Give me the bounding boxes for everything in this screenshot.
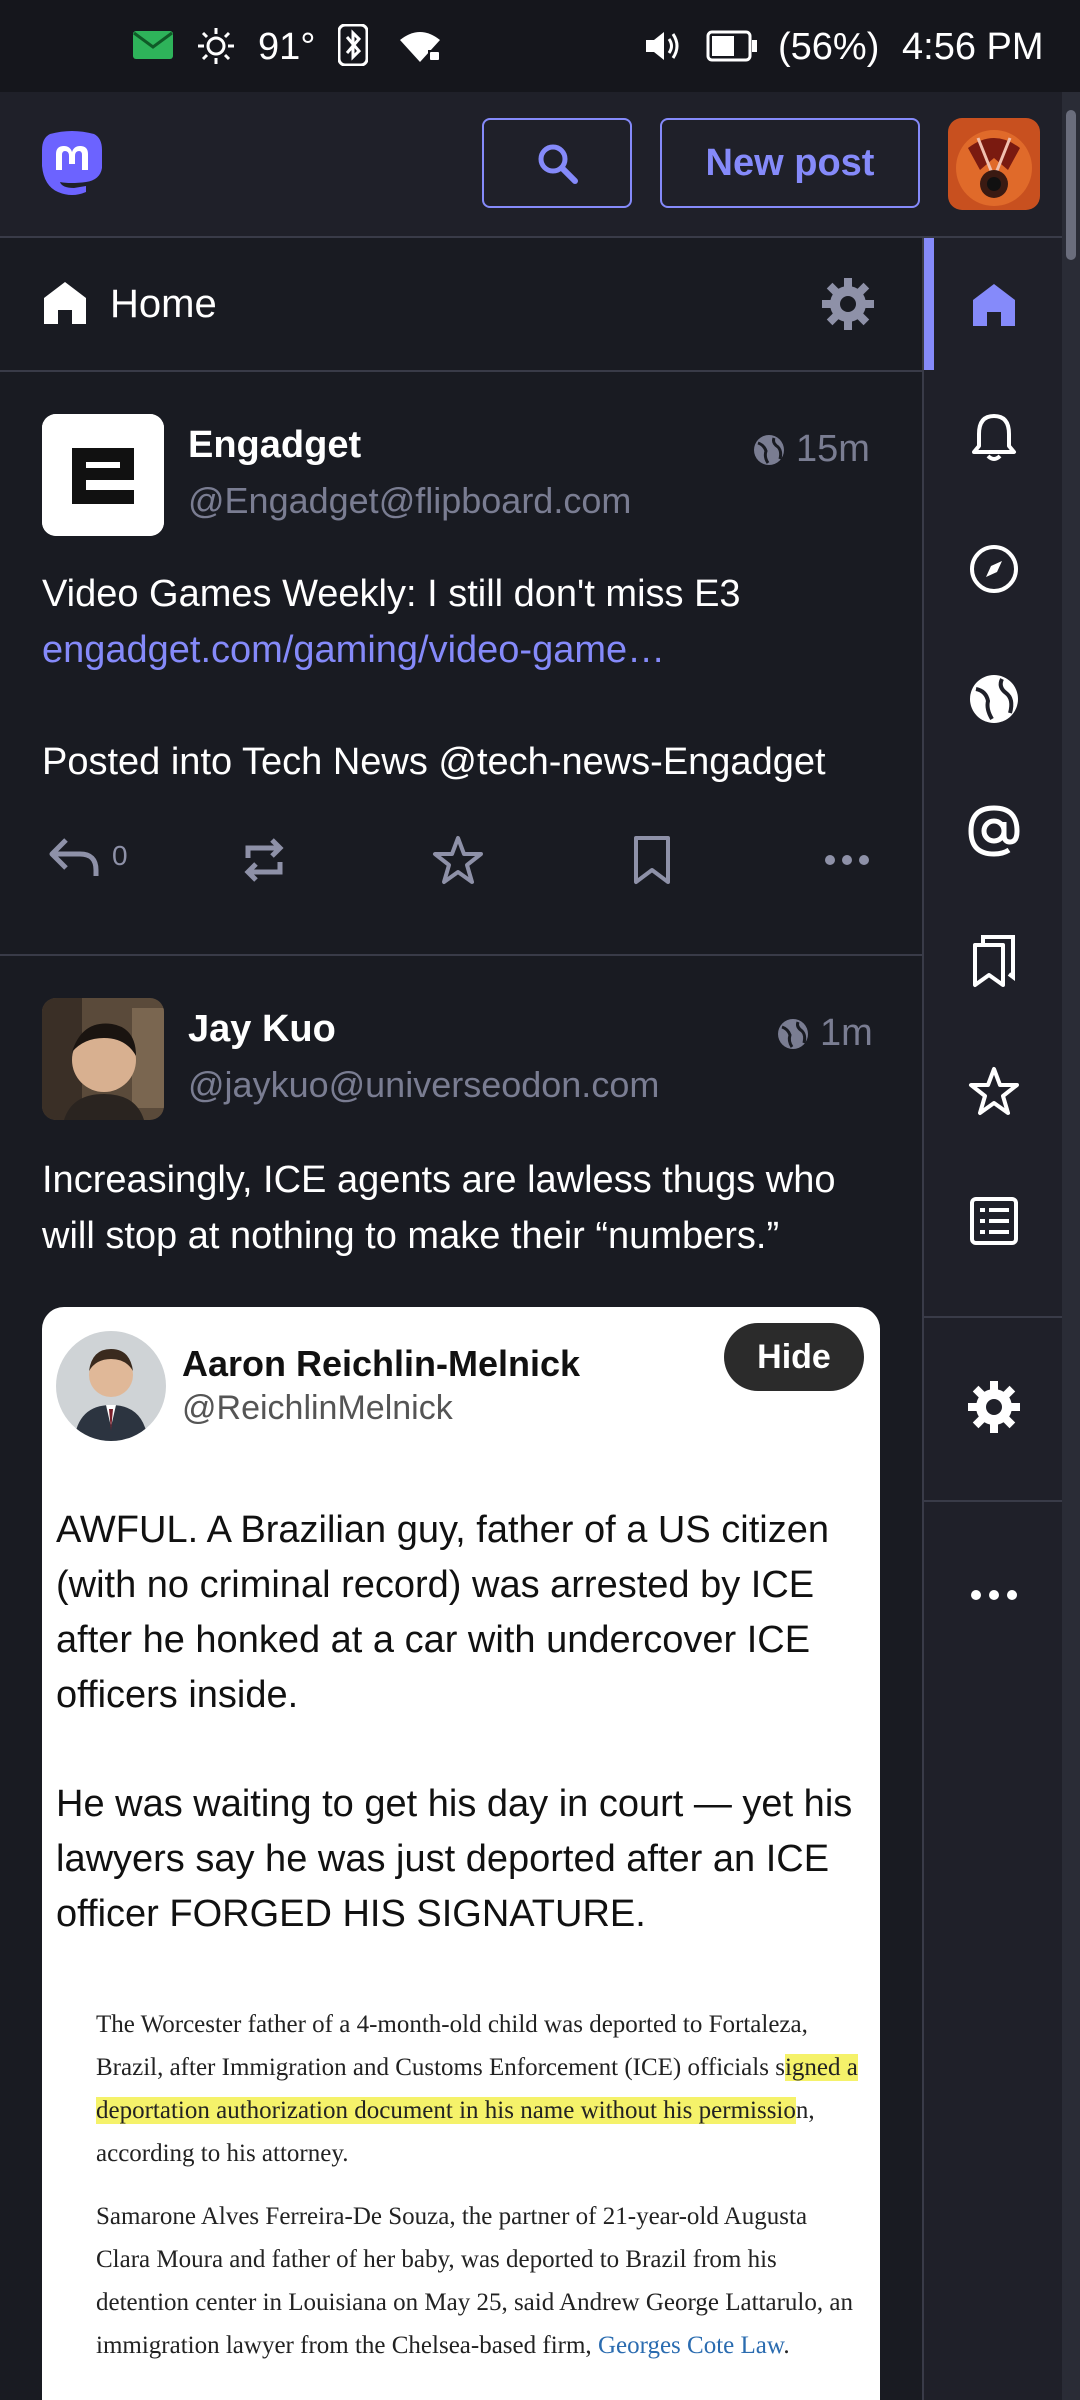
reply-button[interactable]: 0 [48,834,128,878]
quoted-author-name: Aaron Reichlin-Melnick [182,1343,581,1384]
post-text-line: Posted into Tech News @tech-news-Engadge… [42,741,826,783]
news-text: . [783,2332,790,2359]
quoted-paragraph: He was waiting to get his day in court —… [56,1783,853,1935]
author-avatar[interactable] [42,998,164,1120]
post-text-line: Video Games Weekly: I still don't miss E… [42,573,741,615]
home-icon [42,280,88,331]
quoted-paragraph: AWFUL. A Brazilian guy, father of a US c… [56,1509,829,1716]
boost-icon [244,838,284,882]
clock: 4:56 PM [902,26,1044,68]
account-avatar[interactable] [948,118,1040,210]
navigation-sidebar [922,238,1064,2400]
nav-more[interactable] [924,1540,1064,1650]
news-clipping-paragraph: Samarone Alves Ferreira-De Souza, the pa… [96,2195,866,2367]
post-time-text: 15m [796,428,870,470]
post-time[interactable]: 15m [752,428,870,471]
post-link[interactable]: engadget.com/gaming/video-game… [42,622,882,678]
search-icon [538,144,578,184]
home-icon [973,284,1015,326]
column-settings-gear-icon[interactable] [820,276,876,337]
nav-separator [924,1316,1064,1318]
post-time-text: 1m [820,1012,873,1054]
new-post-button[interactable]: New post [660,118,920,208]
post-text: Increasingly, ICE agents are lawless thu… [42,1159,836,1257]
post-time[interactable]: 1m [776,1012,873,1055]
scrollbar-track[interactable] [1062,92,1080,2400]
wifi-icon [398,28,442,64]
battery-icon [706,30,758,62]
nav-bookmarks[interactable] [924,906,1064,1016]
nav-mentions[interactable] [924,776,1064,886]
nav-home[interactable] [924,250,1064,360]
column-header: Home [0,238,922,372]
bookmark-button[interactable] [630,834,674,886]
nav-separator [924,1500,1064,1502]
nav-notifications[interactable] [924,382,1064,492]
globe-icon [970,675,1018,723]
bookmark-icon [634,836,670,884]
more-horizontal-icon [971,1590,1017,1600]
hide-media-button[interactable]: Hide [724,1323,864,1391]
post-actions: 0 [42,834,882,904]
author-name[interactable]: Engadget [188,424,361,467]
bookmarks-icon [973,935,1015,987]
weather-sun-icon [196,26,236,66]
news-clipping-paragraph: The Worcester father of a 4-month-old ch… [96,2003,866,2175]
nav-favourites[interactable] [924,1036,1064,1146]
globe-icon [778,1018,808,1049]
status-bar: 91° (56%) 4:56 PM [0,0,1080,92]
app-header: New post [0,92,1062,238]
author-name[interactable]: Jay Kuo [188,1008,336,1051]
post-content: Video Games Weekly: I still don't miss E… [42,566,882,790]
mail-icon [132,30,174,60]
temperature: 91° [258,26,316,68]
more-horizontal-icon [825,855,869,865]
nav-lists[interactable] [924,1166,1064,1276]
scrollbar-thumb[interactable] [1066,110,1076,260]
more-options-button[interactable] [824,834,870,886]
media-attachment[interactable]: Aaron Reichlin-Melnick @ReichlinMelnick … [42,1307,880,2400]
favourite-button[interactable] [432,834,484,886]
mastodon-logo-icon[interactable] [40,130,104,196]
author-handle[interactable]: @Engadget@flipboard.com [188,480,631,522]
list-icon [970,1197,1018,1245]
news-text: The Worcester father of a 4-month-old ch… [96,2011,808,2081]
star-icon [969,1067,1019,1115]
nav-live-feeds[interactable] [924,644,1064,754]
star-icon [433,836,483,884]
search-button[interactable] [482,118,632,208]
quoted-author-handle: @ReichlinMelnick [182,1389,453,1427]
bluetooth-icon [338,24,368,66]
compass-icon [970,545,1018,593]
at-sign-icon [968,805,1020,857]
news-link: Georges Cote Law [597,2332,784,2359]
boost-button[interactable] [238,834,290,886]
reply-count: 0 [112,840,128,871]
column-title[interactable]: Home [110,282,217,327]
quoted-author-avatar [56,1331,166,1441]
bell-icon [972,414,1016,461]
author-avatar[interactable] [42,414,164,536]
nav-explore[interactable] [924,514,1064,624]
gear-icon [968,1381,1020,1433]
author-handle[interactable]: @jaykuo@universeodon.com [188,1064,659,1106]
battery-percent: (56%) [778,26,880,68]
volume-icon [642,28,682,64]
status-post[interactable]: Engadget @Engadget@flipboard.com 15m Vid… [0,372,922,954]
globe-icon [754,434,784,465]
nav-preferences[interactable] [924,1352,1064,1462]
reply-icon [49,838,99,876]
